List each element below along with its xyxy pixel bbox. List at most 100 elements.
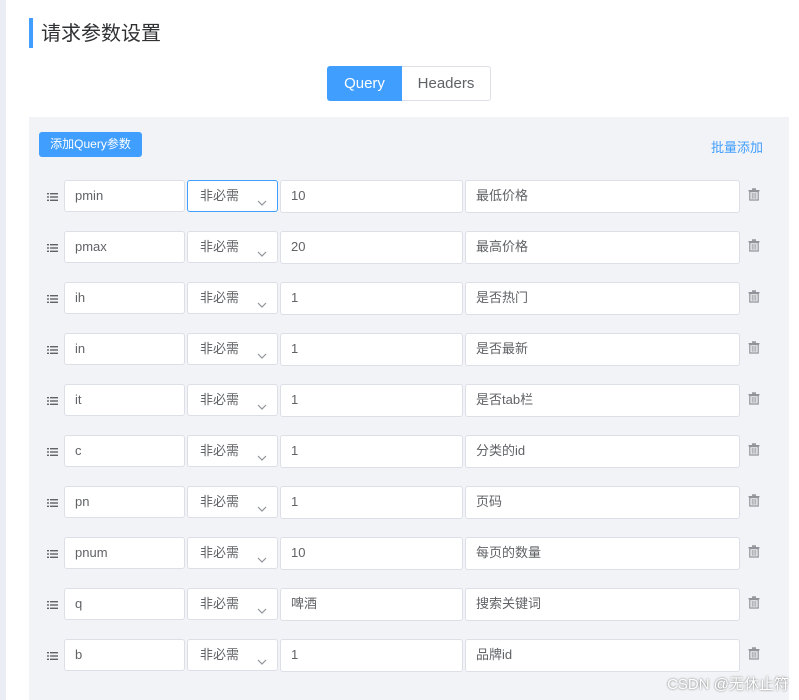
resize-grip-icon[interactable]: [729, 457, 737, 465]
tab-headers[interactable]: Headers: [402, 66, 491, 101]
delete-icon[interactable]: [748, 647, 760, 660]
param-name-input[interactable]: it: [64, 384, 185, 416]
drag-handle-icon[interactable]: [47, 192, 58, 202]
chevron-down-icon: [257, 240, 267, 257]
required-select[interactable]: 非必需: [187, 333, 278, 365]
required-select-value: 非必需: [200, 545, 240, 560]
required-select[interactable]: 非必需: [187, 435, 278, 467]
delete-icon[interactable]: [748, 392, 760, 405]
chevron-down-icon: [257, 342, 267, 359]
required-select[interactable]: 非必需: [187, 537, 278, 569]
resize-grip-icon[interactable]: [729, 610, 737, 618]
param-name-input[interactable]: q: [64, 588, 185, 620]
required-select-value: 非必需: [200, 494, 240, 509]
drag-handle-icon[interactable]: [47, 651, 58, 661]
batch-add-link[interactable]: 批量添加: [711, 137, 763, 156]
chevron-down-icon: [257, 648, 267, 665]
param-value-textarea[interactable]: 1: [280, 435, 463, 468]
resize-grip-icon[interactable]: [452, 610, 460, 618]
resize-grip-icon[interactable]: [729, 202, 737, 210]
resize-grip-icon[interactable]: [452, 253, 460, 261]
param-value-textarea[interactable]: 1: [280, 639, 463, 672]
param-desc-text: 是否tab栏: [476, 392, 534, 407]
delete-icon[interactable]: [748, 443, 760, 456]
resize-grip-icon[interactable]: [729, 253, 737, 261]
delete-icon[interactable]: [748, 545, 760, 558]
param-value-textarea[interactable]: 20: [280, 231, 463, 264]
param-desc-textarea[interactable]: 页码: [465, 486, 740, 519]
param-value-textarea[interactable]: 1: [280, 282, 463, 315]
param-row: pnum 非必需 10 每页的数量: [0, 537, 799, 577]
delete-icon[interactable]: [748, 239, 760, 252]
delete-icon[interactable]: [748, 596, 760, 609]
required-select[interactable]: 非必需: [187, 639, 278, 671]
param-value-text: 1: [291, 443, 299, 458]
param-desc-textarea[interactable]: 最高价格: [465, 231, 740, 264]
resize-grip-icon[interactable]: [729, 559, 737, 567]
drag-handle-icon[interactable]: [47, 447, 58, 457]
param-name-input[interactable]: pmax: [64, 231, 185, 263]
param-desc-textarea[interactable]: 是否tab栏: [465, 384, 740, 417]
required-select[interactable]: 非必需: [187, 486, 278, 518]
param-value-text: 1: [291, 647, 299, 662]
delete-icon[interactable]: [748, 341, 760, 354]
resize-grip-icon[interactable]: [452, 304, 460, 312]
param-row: it 非必需 1 是否tab栏: [0, 384, 799, 424]
required-select-value: 非必需: [200, 392, 240, 407]
param-desc-textarea[interactable]: 品牌id: [465, 639, 740, 672]
param-name-input[interactable]: c: [64, 435, 185, 467]
tab-group: Query Headers: [327, 66, 491, 101]
resize-grip-icon[interactable]: [452, 355, 460, 363]
resize-grip-icon[interactable]: [729, 406, 737, 414]
param-name-input[interactable]: b: [64, 639, 185, 671]
param-value-textarea[interactable]: 10: [280, 537, 463, 570]
delete-icon[interactable]: [748, 188, 760, 201]
param-name-input[interactable]: pmin: [64, 180, 185, 212]
resize-grip-icon[interactable]: [452, 202, 460, 210]
param-desc-textarea[interactable]: 最低价格: [465, 180, 740, 213]
param-value-textarea[interactable]: 1: [280, 486, 463, 519]
param-value-textarea[interactable]: 10: [280, 180, 463, 213]
delete-icon[interactable]: [748, 494, 760, 507]
param-value-textarea[interactable]: 1: [280, 384, 463, 417]
param-name-input[interactable]: in: [64, 333, 185, 365]
param-desc-textarea[interactable]: 搜索关键词: [465, 588, 740, 621]
drag-handle-icon[interactable]: [47, 243, 58, 253]
drag-handle-icon[interactable]: [47, 498, 58, 508]
drag-handle-icon[interactable]: [47, 549, 58, 559]
param-desc-textarea[interactable]: 是否最新: [465, 333, 740, 366]
drag-handle-icon[interactable]: [47, 294, 58, 304]
required-select-value: 非必需: [200, 647, 240, 662]
resize-grip-icon[interactable]: [452, 661, 460, 669]
param-desc-textarea[interactable]: 是否热门: [465, 282, 740, 315]
required-select[interactable]: 非必需: [187, 282, 278, 314]
param-value-textarea[interactable]: 啤酒: [280, 588, 463, 621]
required-select[interactable]: 非必需: [187, 588, 278, 620]
param-name-input[interactable]: ih: [64, 282, 185, 314]
resize-grip-icon[interactable]: [729, 661, 737, 669]
required-select[interactable]: 非必需: [187, 231, 278, 263]
param-name-input[interactable]: pnum: [64, 537, 185, 569]
param-value-textarea[interactable]: 1: [280, 333, 463, 366]
add-query-param-button[interactable]: 添加Query参数: [39, 132, 142, 157]
param-desc-textarea[interactable]: 每页的数量: [465, 537, 740, 570]
drag-handle-icon[interactable]: [47, 600, 58, 610]
resize-grip-icon[interactable]: [452, 406, 460, 414]
param-desc-text: 最高价格: [476, 239, 529, 254]
resize-grip-icon[interactable]: [729, 355, 737, 363]
drag-handle-icon[interactable]: [47, 396, 58, 406]
delete-icon[interactable]: [748, 290, 760, 303]
resize-grip-icon[interactable]: [452, 559, 460, 567]
resize-grip-icon[interactable]: [729, 508, 737, 516]
param-value-text: 20: [291, 239, 306, 254]
drag-handle-icon[interactable]: [47, 345, 58, 355]
param-desc-textarea[interactable]: 分类的id: [465, 435, 740, 468]
required-select[interactable]: 非必需: [187, 180, 278, 212]
required-select[interactable]: 非必需: [187, 384, 278, 416]
tab-query[interactable]: Query: [327, 66, 402, 101]
resize-grip-icon[interactable]: [452, 457, 460, 465]
watermark: CSDN @无休止符: [667, 676, 789, 693]
resize-grip-icon[interactable]: [729, 304, 737, 312]
resize-grip-icon[interactable]: [452, 508, 460, 516]
param-name-input[interactable]: pn: [64, 486, 185, 518]
